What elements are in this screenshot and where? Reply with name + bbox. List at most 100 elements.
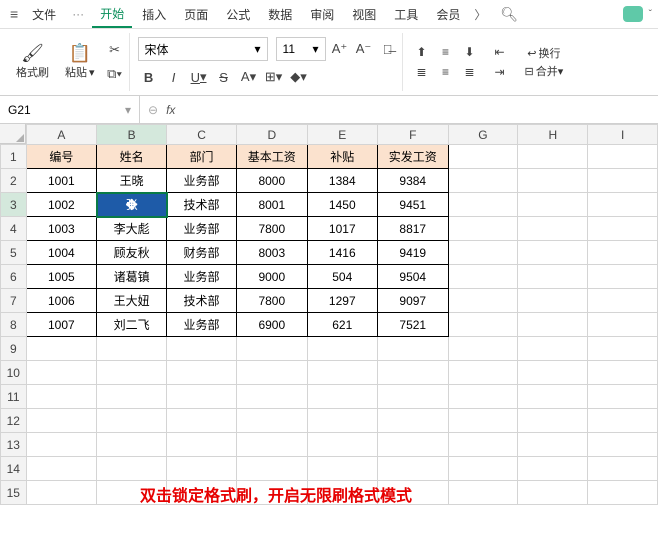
cell[interactable] <box>588 241 658 265</box>
row-header[interactable]: 7 <box>1 289 27 313</box>
bold-button[interactable]: B <box>138 67 160 87</box>
cell[interactable]: 1006 <box>26 289 96 313</box>
col-header-B[interactable]: B <box>97 125 167 145</box>
cell[interactable]: 顾友秋 <box>97 241 167 265</box>
clear-format-button[interactable]: Ａ̶ <box>378 39 398 59</box>
cell[interactable] <box>448 337 518 361</box>
cell[interactable] <box>518 337 588 361</box>
cell[interactable] <box>588 169 658 193</box>
cell[interactable] <box>307 433 377 457</box>
cell[interactable] <box>378 337 448 361</box>
cell[interactable] <box>588 337 658 361</box>
cell[interactable] <box>167 361 237 385</box>
row-header[interactable]: 14 <box>1 457 27 481</box>
cell[interactable] <box>448 409 518 433</box>
paste-button[interactable]: 📋 粘贴▾ <box>59 42 101 82</box>
cell[interactable]: 王大妞 <box>97 289 167 313</box>
format-painter-button[interactable]: 🖌 格式刷 <box>10 42 55 82</box>
cell[interactable]: 1007 <box>26 313 96 337</box>
chevron-right-icon[interactable]: 〉 <box>470 6 490 23</box>
row-header[interactable]: 8 <box>1 313 27 337</box>
copy-button[interactable]: ⧉▾ <box>105 64 125 84</box>
cell[interactable] <box>448 217 518 241</box>
cell[interactable]: 7521 <box>378 313 448 337</box>
row-header[interactable]: 12 <box>1 409 27 433</box>
cell[interactable]: 张✥ <box>97 193 167 217</box>
cell[interactable] <box>26 361 96 385</box>
cell[interactable] <box>307 457 377 481</box>
font-size-select[interactable]: 11 ▾ <box>276 37 326 61</box>
cell[interactable]: 1017 <box>307 217 377 241</box>
cell[interactable]: 刘二飞 <box>97 313 167 337</box>
cut-button[interactable]: ✂ <box>105 40 125 60</box>
cell[interactable] <box>448 385 518 409</box>
file-menu[interactable]: 文件 <box>24 4 64 25</box>
cell[interactable]: 财务部 <box>167 241 237 265</box>
cell[interactable] <box>518 193 588 217</box>
cell[interactable]: 9419 <box>378 241 448 265</box>
cell[interactable] <box>518 433 588 457</box>
cell[interactable] <box>26 433 96 457</box>
cell[interactable] <box>588 385 658 409</box>
cell[interactable] <box>237 385 307 409</box>
merge-cells-button[interactable]: ⊟ 合并▾ <box>521 63 568 79</box>
font-increase-button[interactable]: A⁺ <box>330 39 350 59</box>
tab-formula[interactable]: 公式 <box>218 2 258 27</box>
tab-view[interactable]: 视图 <box>344 2 384 27</box>
cell[interactable]: 9451 <box>378 193 448 217</box>
cell[interactable] <box>237 337 307 361</box>
cell[interactable] <box>588 481 658 505</box>
cell[interactable]: 9504 <box>378 265 448 289</box>
cell[interactable]: 1002 <box>26 193 96 217</box>
cell[interactable] <box>26 481 96 505</box>
col-header-D[interactable]: D <box>237 125 307 145</box>
cell[interactable] <box>448 145 518 169</box>
cell[interactable] <box>518 241 588 265</box>
indent-increase-button[interactable]: ⇥ <box>489 63 511 81</box>
border-button[interactable]: ⊞▾ <box>263 67 285 87</box>
cell[interactable] <box>167 385 237 409</box>
cell[interactable] <box>518 385 588 409</box>
col-header-I[interactable]: I <box>588 125 658 145</box>
cell[interactable] <box>448 433 518 457</box>
cell[interactable] <box>588 289 658 313</box>
cell[interactable] <box>378 433 448 457</box>
cell[interactable]: 8817 <box>378 217 448 241</box>
cell[interactable] <box>518 457 588 481</box>
cell[interactable]: 9384 <box>378 169 448 193</box>
cell[interactable] <box>518 481 588 505</box>
cell[interactable] <box>518 145 588 169</box>
row-header[interactable]: 11 <box>1 385 27 409</box>
cell[interactable]: 1004 <box>26 241 96 265</box>
cell[interactable] <box>307 337 377 361</box>
more-icon[interactable]: ··· <box>66 7 90 21</box>
wrap-text-button[interactable]: ↩ 换行 <box>521 45 568 61</box>
cell[interactable] <box>588 193 658 217</box>
cell[interactable] <box>97 457 167 481</box>
cell[interactable] <box>588 313 658 337</box>
spreadsheet-grid[interactable]: ABCDEFGHI1编号姓名部门基本工资补贴实发工资21001王晓业务部8000… <box>0 124 658 505</box>
name-box[interactable]: G21 ▾ <box>0 96 140 123</box>
cell[interactable] <box>588 433 658 457</box>
cell[interactable]: 1003 <box>26 217 96 241</box>
cell[interactable] <box>237 361 307 385</box>
col-header-A[interactable]: A <box>26 125 96 145</box>
cell[interactable]: 诸葛镇 <box>97 265 167 289</box>
fx-icon[interactable]: fx <box>166 103 175 117</box>
cell[interactable]: 1001 <box>26 169 96 193</box>
cell[interactable] <box>167 409 237 433</box>
cell[interactable]: 7800 <box>237 217 307 241</box>
cell[interactable] <box>378 385 448 409</box>
col-header-C[interactable]: C <box>167 125 237 145</box>
tab-start[interactable]: 开始 <box>92 1 132 28</box>
row-header[interactable]: 10 <box>1 361 27 385</box>
cell[interactable] <box>97 337 167 361</box>
cell[interactable] <box>518 289 588 313</box>
cell[interactable]: 技术部 <box>167 193 237 217</box>
underline-button[interactable]: U▾ <box>188 67 210 87</box>
cell[interactable] <box>237 409 307 433</box>
cell[interactable]: 业务部 <box>167 265 237 289</box>
cell[interactable]: 姓名 <box>97 145 167 169</box>
tab-tools[interactable]: 工具 <box>386 2 426 27</box>
font-color-button[interactable]: A▾ <box>238 67 260 87</box>
